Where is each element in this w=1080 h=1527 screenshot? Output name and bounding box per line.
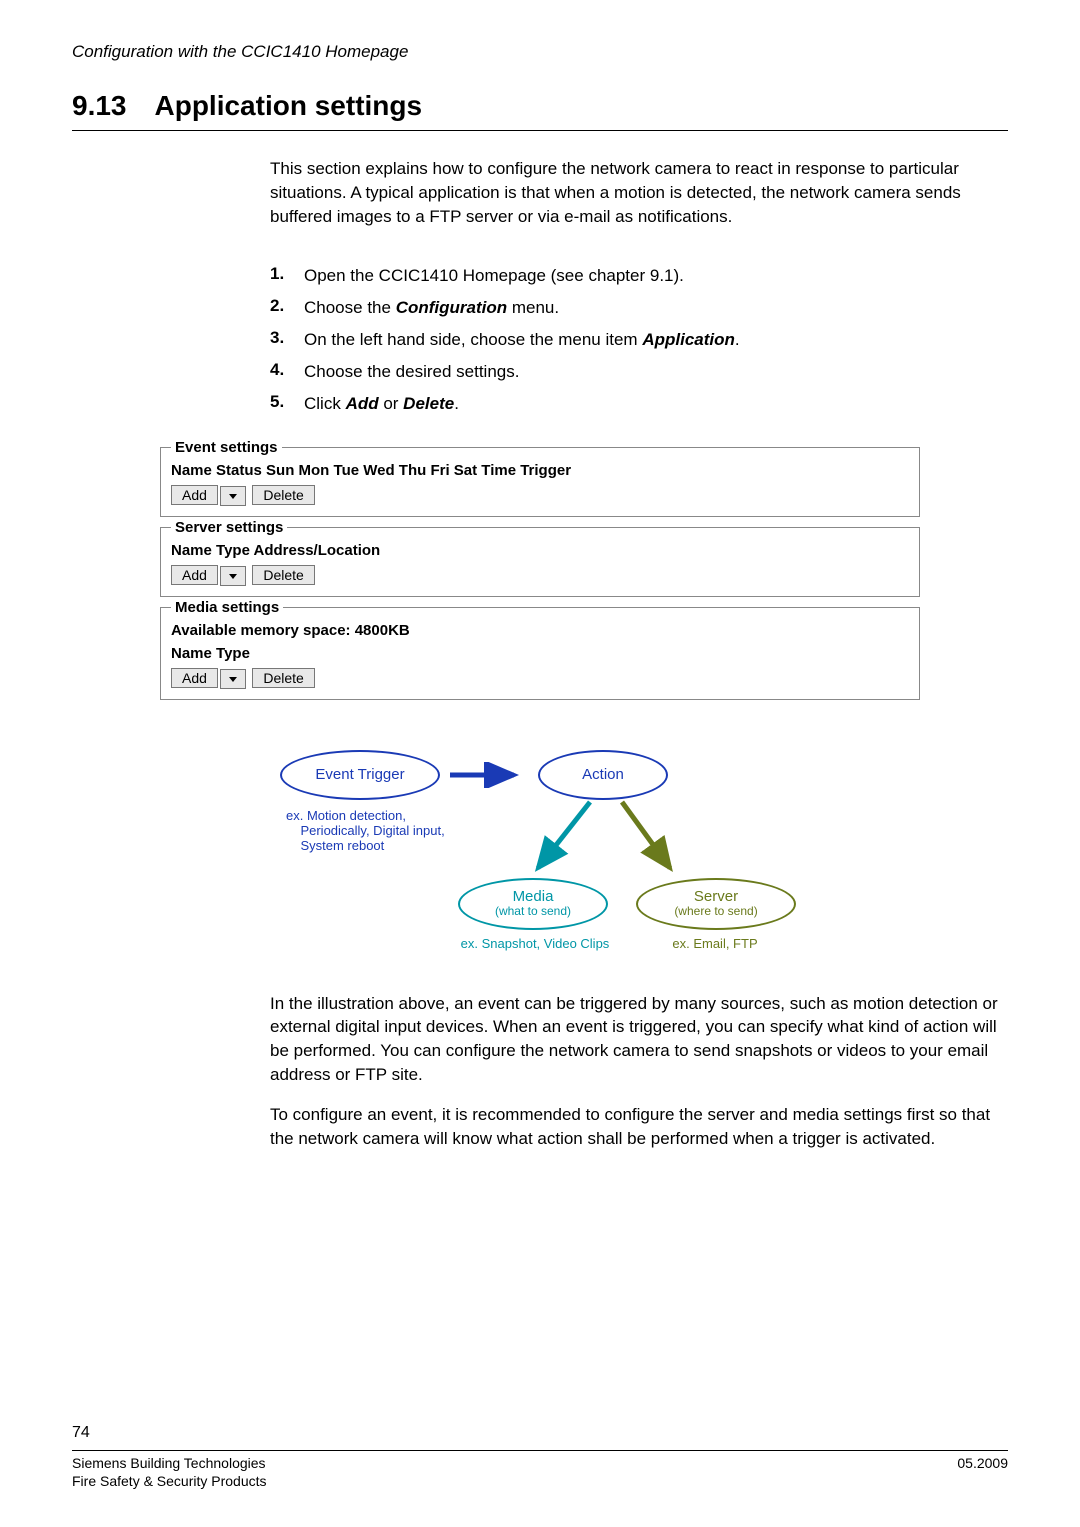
- footer-division: Fire Safety & Security Products: [72, 1473, 267, 1489]
- step-text: On the left hand side, choose the menu i…: [304, 328, 740, 352]
- event-settings-fieldset: Event settings Name Status Sun Mon Tue W…: [160, 439, 920, 517]
- footer-rule: [72, 1450, 1008, 1451]
- footer-date: 05.2009: [957, 1455, 1008, 1489]
- footer-company: Siemens Building Technologies: [72, 1455, 267, 1471]
- diagram-explanation-p1: In the illustration above, an event can …: [270, 992, 1008, 1087]
- running-header: Configuration with the CCIC1410 Homepage: [72, 42, 1008, 62]
- section-title: Application settings: [155, 90, 423, 121]
- event-settings-header: Name Status Sun Mon Tue Wed Thu Fri Sat …: [171, 462, 909, 479]
- step-text: Choose the Configuration menu.: [304, 296, 559, 320]
- server-settings-legend: Server settings: [171, 519, 287, 536]
- event-add-button[interactable]: Add: [171, 485, 218, 505]
- diagram-event-examples: ex. Motion detection, Periodically, Digi…: [286, 808, 486, 853]
- server-dropdown[interactable]: [220, 566, 246, 586]
- event-dropdown[interactable]: [220, 486, 246, 506]
- media-add-button[interactable]: Add: [171, 668, 218, 688]
- diagram-server-sub: (where to send): [674, 905, 757, 919]
- section-number: 9.13: [72, 90, 127, 121]
- media-memory-text: Available memory space: 4800KB: [171, 622, 909, 639]
- intro-paragraph: This section explains how to configure t…: [270, 157, 1008, 228]
- instruction-list: 1.Open the CCIC1410 Homepage (see chapte…: [270, 264, 1008, 415]
- step-text: Choose the desired settings.: [304, 360, 519, 384]
- page-number: 74: [72, 1424, 1008, 1442]
- step-number: 4.: [270, 360, 304, 384]
- diagram-media-ex: ex. Snapshot, Video Clips: [450, 936, 620, 951]
- section-heading: 9.13 Application settings: [72, 90, 1008, 122]
- server-settings-header: Name Type Address/Location: [171, 542, 909, 559]
- diagram-media-sub: (what to send): [495, 905, 571, 919]
- step-text: Open the CCIC1410 Homepage (see chapter …: [304, 264, 684, 288]
- media-settings-fieldset: Media settings Available memory space: 4…: [160, 599, 920, 700]
- media-settings-header: Name Type: [171, 645, 909, 662]
- diagram-server-ex: ex. Email, FTP: [650, 936, 780, 951]
- media-settings-legend: Media settings: [171, 599, 283, 616]
- diagram-action: Action: [582, 766, 624, 783]
- server-delete-button[interactable]: Delete: [252, 565, 314, 585]
- heading-rule: [72, 130, 1008, 131]
- event-delete-button[interactable]: Delete: [252, 485, 314, 505]
- diagram-explanation-p2: To configure an event, it is recommended…: [270, 1103, 1008, 1151]
- diagram-event-trigger: Event Trigger: [315, 766, 404, 783]
- step-number: 2.: [270, 296, 304, 320]
- step-number: 5.: [270, 392, 304, 416]
- diagram-server: Server: [694, 888, 738, 905]
- step-number: 1.: [270, 264, 304, 288]
- step-number: 3.: [270, 328, 304, 352]
- server-settings-fieldset: Server settings Name Type Address/Locati…: [160, 519, 920, 597]
- diagram-media: Media: [513, 888, 554, 905]
- event-flow-diagram: Event Trigger ex. Motion detection, Peri…: [280, 750, 800, 980]
- step-text: Click Add or Delete.: [304, 392, 459, 416]
- event-settings-legend: Event settings: [171, 439, 282, 456]
- media-delete-button[interactable]: Delete: [252, 668, 314, 688]
- media-dropdown[interactable]: [220, 669, 246, 689]
- server-add-button[interactable]: Add: [171, 565, 218, 585]
